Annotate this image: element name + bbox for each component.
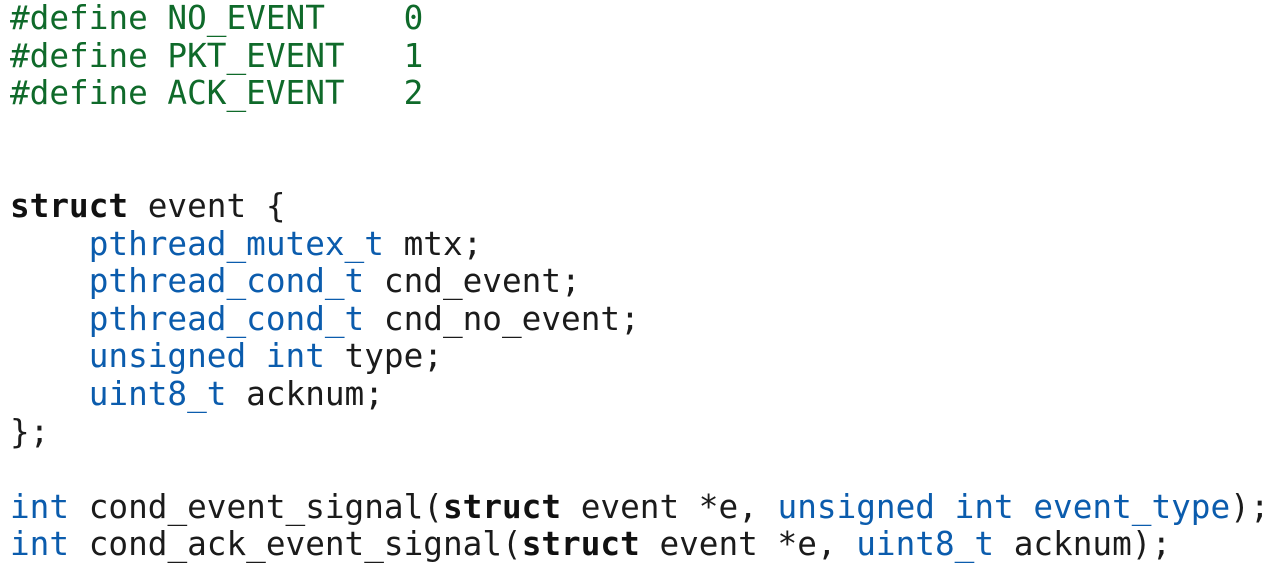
code-token: event { (128, 186, 286, 225)
code-block: #define NO_EVENT 0 #define PKT_EVENT 1 #de… (10, 0, 1270, 564)
code-token: #define NO_EVENT 0 (10, 0, 424, 37)
code-token: uint8_t (856, 525, 995, 564)
code-line: }; (10, 412, 1270, 452)
code-line: struct event { (10, 186, 1270, 226)
code-token: event *e, (561, 487, 778, 526)
code-token: unsigned int (88, 337, 325, 376)
code-token: pthread_mutex_t (88, 224, 384, 263)
code-token: type; (324, 337, 443, 376)
code-token: #define ACK_EVENT 2 (10, 74, 424, 113)
code-token: cond_event_signal( (69, 487, 443, 526)
code-line: int cond_ack_event_signal(struct event *… (10, 526, 1270, 564)
code-line: pthread_cond_t cnd_no_event; (10, 299, 1270, 339)
code-token: cond_ack_event_signal( (69, 525, 522, 564)
code-token: acknum); (994, 525, 1172, 564)
code-token: struct (521, 525, 640, 564)
code-line: #define NO_EVENT 0 (10, 0, 1270, 38)
code-line: unsigned int type; (10, 338, 1270, 376)
code-token: cnd_event; (364, 262, 581, 301)
code-token: event *e, (639, 525, 857, 564)
code-token: ); (1230, 487, 1270, 526)
code-token: pthread_cond_t (88, 262, 365, 301)
code-token: unsigned int event_type (777, 487, 1231, 526)
code-token: mtx; (383, 224, 483, 263)
code-token: uint8_t (88, 374, 227, 413)
code-line: int cond_event_signal(struct event *e, u… (10, 487, 1270, 527)
code-line: pthread_mutex_t mtx; (10, 224, 1270, 264)
code-token: #define PKT_EVENT 1 (10, 36, 424, 75)
code-token: }; (10, 412, 50, 451)
code-line: pthread_cond_t cnd_event; (10, 262, 1270, 301)
code-line: #define PKT_EVENT 1 (10, 36, 1270, 76)
code-token: acknum; (226, 374, 384, 413)
code-token: struct (442, 487, 562, 526)
code-token: pthread_cond_t (88, 299, 365, 338)
code-token: int (10, 525, 70, 564)
code-token: int (10, 487, 70, 526)
code-token: cnd_no_event; (364, 299, 640, 338)
code-token: struct (10, 186, 129, 225)
code-line: uint8_t acknum; (10, 374, 1270, 414)
code-line: #define ACK_EVENT 2 (10, 74, 1270, 113)
